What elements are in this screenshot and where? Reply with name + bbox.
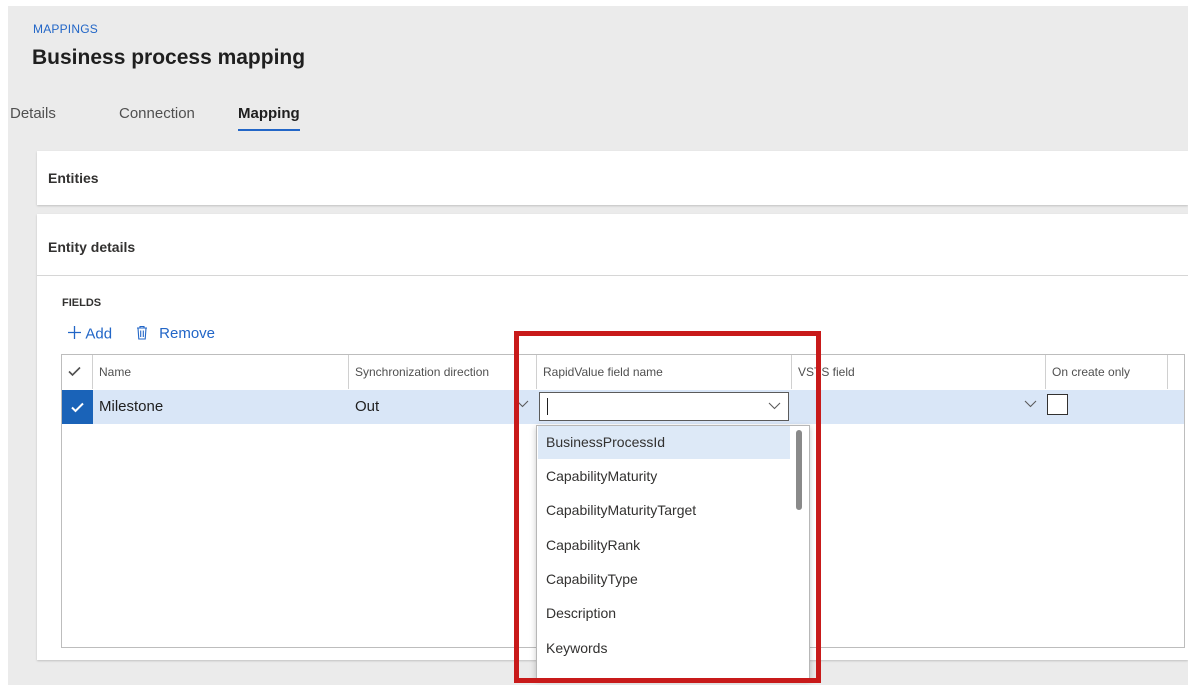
dropdown-option[interactable]: Description [538,597,790,630]
sync-direction-value: Out [355,398,380,415]
table-row[interactable]: Milestone Out [62,390,1184,424]
select-all-header[interactable] [62,355,93,389]
entity-details-title: Entity details [48,239,136,255]
plus-icon [67,325,82,344]
check-icon [68,366,81,377]
remove-button[interactable]: Remove [135,325,215,344]
row-select-checkbox[interactable] [62,390,93,424]
name-cell[interactable]: Milestone [93,390,349,424]
trash-icon [135,325,149,344]
header-divider [37,275,1188,276]
rapidvalue-field-input[interactable] [539,392,789,421]
entities-title: Entities [48,170,99,186]
chevron-down-icon [516,400,529,408]
on-create-only-checkbox[interactable] [1047,394,1068,415]
entities-header[interactable]: Entities [37,151,1188,211]
column-header-sync-direction[interactable]: Synchronization direction [349,355,537,389]
fields-section-label: FIELDS [62,297,102,309]
add-label: Add [85,325,113,343]
entity-details-header[interactable]: Entity details [37,214,1188,274]
text-caret [547,398,548,415]
dropdown-option[interactable]: CapabilityMaturityTarget [538,494,790,527]
dropdown-option[interactable]: CapabilityType [538,563,790,596]
sync-direction-select[interactable]: Out [349,390,537,424]
column-header-rapidvalue-field[interactable]: RapidValue field name [537,355,792,389]
entities-card: Entities [37,151,1188,205]
tab-connection[interactable]: Connection [119,105,195,129]
add-button[interactable]: Add [67,325,112,344]
dropdown-scrollbar[interactable] [796,430,802,510]
breadcrumb[interactable]: MAPPINGS [33,22,98,36]
dropdown-option[interactable]: CapabilityRank [538,529,790,562]
dropdown-option[interactable]: CapabilityMaturity [538,460,790,493]
dropdown-option[interactable]: Keywords [538,632,790,665]
chevron-down-icon [1024,400,1037,408]
remove-label: Remove [159,325,216,343]
chevron-down-icon[interactable] [768,402,781,410]
rapidvalue-field-dropdown[interactable]: BusinessProcessId CapabilityMaturity Cap… [536,425,810,679]
vsts-field-select[interactable] [792,390,1046,424]
column-header-on-create-only[interactable]: On create only [1046,355,1168,389]
page-title: Business process mapping [32,46,306,69]
dropdown-option[interactable]: BusinessProcessId [538,426,790,459]
tab-details[interactable]: Details [10,105,56,129]
column-header-vsts-field[interactable]: VSTS field [792,355,1046,389]
tab-mapping[interactable]: Mapping [238,105,300,131]
column-header-name[interactable]: Name [93,355,349,389]
check-icon [71,402,84,413]
